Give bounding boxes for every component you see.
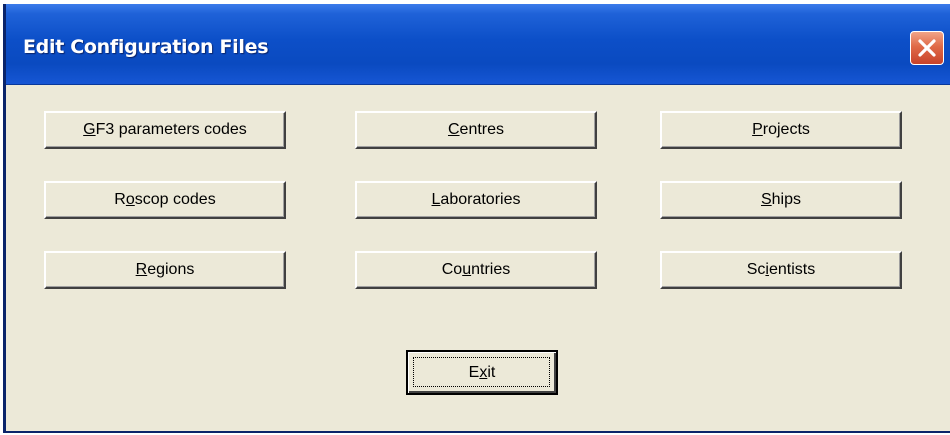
edit-config-dialog: Edit Configuration Files GF3 parameters … — [3, 4, 950, 433]
ships-label: Ships — [760, 191, 802, 208]
roscop-codes-label: Roscop codes — [114, 191, 216, 208]
gf3-parameters-codes-label: GF3 parameters codes — [83, 121, 247, 138]
centres-button[interactable]: Centres — [355, 111, 597, 149]
projects-label: Projects — [752, 121, 810, 138]
window-title: Edit Configuration Files — [23, 36, 269, 58]
scientists-button[interactable]: Scientists — [660, 251, 902, 289]
countries-button[interactable]: Countries — [355, 251, 597, 289]
projects-button[interactable]: Projects — [660, 111, 902, 149]
exit-label: Exit — [468, 363, 496, 381]
laboratories-button[interactable]: Laboratories — [355, 181, 597, 219]
close-x-icon — [918, 39, 936, 57]
roscop-codes-button[interactable]: Roscop codes — [44, 181, 286, 219]
ships-button[interactable]: Ships — [660, 181, 902, 219]
gf3-parameters-codes-button[interactable]: GF3 parameters codes — [44, 111, 286, 149]
title-bar[interactable]: Edit Configuration Files — [6, 4, 950, 85]
scientists-label: Scientists — [746, 261, 816, 278]
laboratories-label: Laboratories — [431, 191, 521, 208]
dialog-body: GF3 parameters codes Centres Projects Ro… — [6, 85, 950, 431]
regions-button[interactable]: Regions — [44, 251, 286, 289]
exit-button[interactable]: Exit — [406, 350, 558, 395]
centres-label: Centres — [447, 121, 505, 138]
close-button[interactable] — [910, 31, 944, 65]
countries-label: Countries — [441, 261, 511, 278]
regions-label: Regions — [135, 261, 195, 278]
